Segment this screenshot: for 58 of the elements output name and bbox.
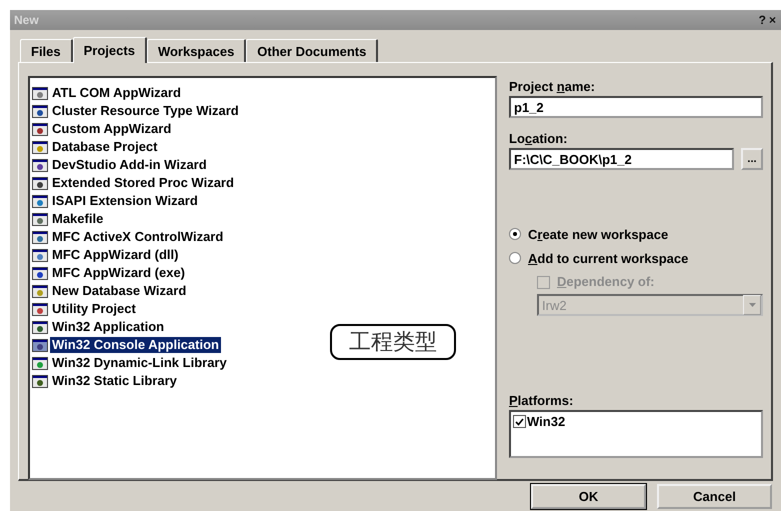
project-type-icon bbox=[32, 194, 48, 208]
radio-button[interactable] bbox=[509, 228, 521, 240]
list-item[interactable]: New Database Wizard bbox=[50, 283, 188, 299]
browse-button[interactable]: ... bbox=[741, 148, 763, 170]
project-type-icon bbox=[32, 374, 48, 388]
list-item[interactable]: MFC ActiveX ControlWizard bbox=[50, 229, 226, 245]
tab[interactable]: Projects bbox=[72, 37, 147, 63]
field-label: Location: bbox=[509, 131, 569, 148]
list-item[interactable]: MFC AppWizard (dll) bbox=[50, 247, 180, 263]
platform-label: Win32 bbox=[527, 414, 566, 429]
list-item[interactable]: Win32 Dynamic-Link Library bbox=[50, 355, 229, 371]
project-type-icon bbox=[32, 230, 48, 244]
list-item[interactable]: Extended Stored Proc Wizard bbox=[50, 175, 236, 191]
field-label: Project name: bbox=[509, 79, 596, 96]
project-type-icon bbox=[32, 86, 48, 100]
list-item[interactable]: Win32 Static Library bbox=[50, 373, 179, 389]
help-button[interactable]: ? bbox=[758, 13, 767, 27]
project-type-icon bbox=[32, 176, 48, 190]
list-item[interactable]: Custom AppWizard bbox=[50, 121, 174, 137]
tab[interactable]: Workspaces bbox=[146, 39, 246, 62]
radio-label: Add to current workspace bbox=[528, 250, 688, 266]
dropdown-arrow-icon bbox=[748, 303, 756, 307]
window-title: New bbox=[14, 13, 39, 27]
radio-button[interactable] bbox=[509, 252, 521, 264]
location-field[interactable]: F:\C\C_BOOK\p1_2 bbox=[509, 148, 734, 170]
list-item[interactable]: Database Project bbox=[50, 139, 160, 155]
annotation-callout: 工程类型 bbox=[330, 324, 456, 360]
radio-label: Create new workspace bbox=[528, 226, 668, 242]
ok-button[interactable]: OK bbox=[531, 484, 646, 509]
project-type-icon bbox=[32, 140, 48, 154]
project-type-icon bbox=[32, 104, 48, 118]
list-item[interactable]: Cluster Resource Type Wizard bbox=[50, 103, 241, 119]
field-label: Platforms: bbox=[509, 393, 574, 410]
project-type-icon bbox=[32, 158, 48, 172]
checkbox[interactable] bbox=[513, 415, 526, 428]
list-item[interactable]: Win32 Application bbox=[50, 319, 166, 335]
cancel-button[interactable]: Cancel bbox=[657, 484, 772, 509]
project-type-icon bbox=[32, 338, 48, 352]
list-item[interactable]: MFC AppWizard (exe) bbox=[50, 265, 188, 281]
list-item[interactable]: ISAPI Extension Wizard bbox=[50, 193, 200, 209]
list-item[interactable]: Win32 Console Application bbox=[50, 337, 221, 353]
project-name-field[interactable]: p1_2 bbox=[509, 96, 763, 118]
list-item[interactable]: DevStudio Add-in Wizard bbox=[50, 157, 209, 173]
tab[interactable]: Files bbox=[20, 39, 73, 62]
list-item[interactable]: Utility Project bbox=[50, 301, 138, 317]
checkbox-label: Dependency of: bbox=[557, 274, 655, 290]
project-type-icon bbox=[32, 320, 48, 334]
list-item[interactable]: Makefile bbox=[50, 211, 106, 227]
project-type-icon bbox=[32, 266, 48, 280]
project-type-icon bbox=[32, 356, 48, 370]
project-type-icon bbox=[32, 248, 48, 262]
project-type-icon bbox=[32, 284, 48, 298]
project-type-icon bbox=[32, 122, 48, 136]
tab[interactable]: Other Documents bbox=[246, 39, 378, 62]
project-type-icon bbox=[32, 302, 48, 316]
list-item[interactable]: ATL COM AppWizard bbox=[50, 85, 183, 101]
project-type-icon bbox=[32, 212, 48, 226]
close-button[interactable]: × bbox=[768, 13, 777, 27]
